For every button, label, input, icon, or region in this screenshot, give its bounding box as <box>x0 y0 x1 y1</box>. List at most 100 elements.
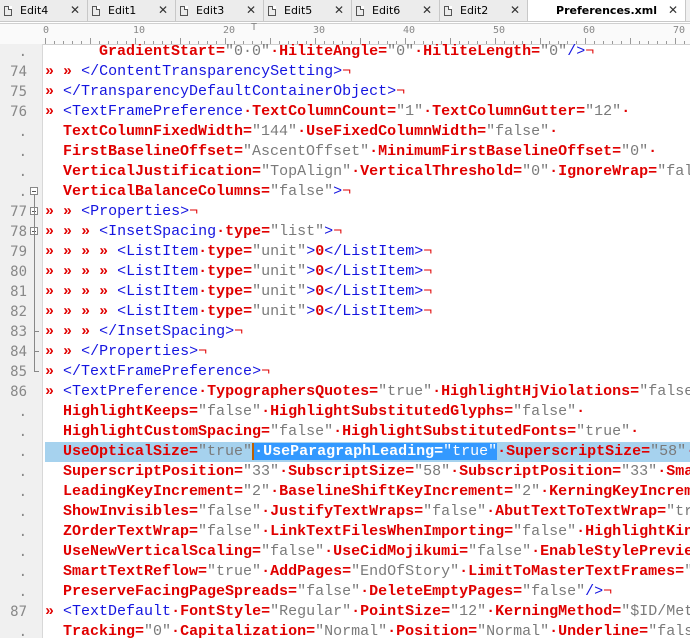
tab-marker: » <box>45 243 55 260</box>
line-number: 74 <box>10 64 27 80</box>
line-number: . <box>18 584 27 600</box>
tab-marker: » <box>63 303 73 320</box>
code-line[interactable]: 81» » » » <ListItem·type="unit">0</ListI… <box>0 282 690 302</box>
code-editor[interactable]: . GradientStart="0·0"·HiliteAngle="0"·Hi… <box>0 42 690 642</box>
attribute-value: "EndOfStory" <box>351 563 460 580</box>
attribute-value: "2" <box>243 483 271 500</box>
close-tab-icon[interactable]: ✕ <box>510 3 520 17</box>
xml-tag: </InsetSpacing <box>99 323 226 340</box>
attribute-value: "true" <box>207 563 262 580</box>
xml-tag: <TextPreference <box>63 383 199 400</box>
code-line[interactable]: 83 » » » </InsetSpacing>¬ <box>0 322 690 342</box>
code-line[interactable]: 75 » </TransparencyDefaultContainerObject… <box>0 82 690 102</box>
attribute-value: "tr <box>666 503 690 520</box>
attribute-name: ZOrderTextWrap= <box>63 523 199 540</box>
ruler-label: 20 <box>223 25 236 36</box>
close-tab-icon[interactable]: ✕ <box>246 3 256 17</box>
line-number: 83 <box>10 324 27 340</box>
tab-stop-marker[interactable]: T <box>251 22 257 33</box>
code-line[interactable]: 87 » <TextDefault·FontStyle="Regular"·Poi… <box>0 602 690 622</box>
code-line[interactable]: . VerticalJustification="TopAlign"·Verti… <box>0 162 690 182</box>
code-line[interactable]: . ShowInvisibles="false"·JustifyTextWrap… <box>0 502 690 522</box>
code-line[interactable]: . VerticalBalanceColumns="false">¬ <box>0 182 690 202</box>
tab-edit2[interactable]: Edit2 ✕ <box>440 0 528 21</box>
tab-preferences-xml[interactable]: Preferences.xml ✕ <box>528 0 686 21</box>
attribute-name: HighlightHjViolations= <box>441 383 640 400</box>
tab-edit6[interactable]: Edit6 ✕ <box>352 0 440 21</box>
code-line[interactable]: 79» » » » <ListItem·type="unit">0</ListI… <box>0 242 690 262</box>
line-number: . <box>18 444 27 460</box>
attribute-name: SuperscriptPosition= <box>63 463 244 480</box>
code-line[interactable]: 85 » </TextFramePreference>¬ <box>0 362 690 382</box>
tab-marker: » <box>45 83 55 100</box>
tab-marker: » <box>63 63 73 80</box>
line-text: » » » » <ListItem·type="unit">0</ListIte… <box>45 242 690 262</box>
code-line[interactable]: . Tracking="0"·Capitalization="Normal"·P… <box>0 622 690 642</box>
code-line[interactable]: 84 » » </Properties>¬ <box>0 342 690 362</box>
tab-marker: » <box>45 203 55 220</box>
line-text: ZOrderTextWrap="false"·LinkTextFilesWhen… <box>45 522 690 542</box>
code-line[interactable]: 76» <TextFramePreference·TextColumnCount… <box>0 102 690 122</box>
attribute-value: "false" <box>270 423 334 440</box>
ruler-label: 70 <box>673 25 686 36</box>
code-line[interactable]: 74 » » </ContentTransparencySetting>¬ <box>0 62 690 82</box>
code-line[interactable]: . ZOrderTextWrap="false"·LinkTextFilesWh… <box>0 522 690 542</box>
code-line[interactable]: 78 » » » <InsetSpacing·type="list">¬ <box>0 222 690 242</box>
code-line[interactable]: . HighlightKeeps="false"·HighlightSubsti… <box>0 402 690 422</box>
attribute-name: TypographersQuotes= <box>207 383 379 400</box>
document-icon <box>180 5 188 16</box>
line-number: 87 <box>10 604 27 620</box>
space-marker: · <box>450 463 460 480</box>
attribute-name: HiliteLength= <box>423 43 541 60</box>
line-text: » <TextDefault·FontStyle="Regular"·Point… <box>45 602 690 622</box>
xml-tag: > <box>414 243 424 260</box>
fold-collapse-icon[interactable] <box>30 187 38 195</box>
code-line[interactable]: . UseOpticalSize="true" ·UseParagraphLead… <box>0 442 690 462</box>
attribute-name: DeleteEmptyPages= <box>369 583 523 600</box>
attribute-value: "true" <box>576 423 631 440</box>
tab-edit1[interactable]: Edit1 ✕ <box>88 0 176 21</box>
code-line[interactable]: . GradientStart="0·0"·HiliteAngle="0"·Hi… <box>0 42 690 62</box>
code-line[interactable]: 82» » » » <ListItem·type="unit">0</ListI… <box>0 302 690 322</box>
attribute-value: "false" <box>198 523 262 540</box>
line-text: HighlightKeeps="false"·HighlightSubstitu… <box>45 402 690 422</box>
line-text: SmartTextReflow="true"·AddPages="EndOfSt… <box>45 562 690 582</box>
code-line[interactable]: . TextColumnFixedWidth="144"·UseFixedCol… <box>0 122 690 142</box>
xml-tag: /> <box>567 43 586 60</box>
attribute-value: "2" <box>513 483 541 500</box>
code-line[interactable]: . HighlightCustomSpacing="false"·Highlig… <box>0 422 690 442</box>
line-number: 84 <box>10 344 27 360</box>
code-line[interactable]: . UseNewVerticalScaling="false"·UseCidMo… <box>0 542 690 562</box>
tab-edit5[interactable]: Edit5 ✕ <box>264 0 352 21</box>
attribute-value: "TopAlign" <box>261 163 352 180</box>
fold-guide-line <box>34 195 35 372</box>
code-line[interactable]: 80» » » » <ListItem·type="unit">0</ListI… <box>0 262 690 282</box>
close-tab-icon[interactable]: ✕ <box>668 3 678 17</box>
code-line[interactable]: 77 » » <Properties>¬ <box>0 202 690 222</box>
eol-marker: ¬ <box>423 283 433 300</box>
space-marker: · <box>576 403 586 420</box>
code-line[interactable]: . PreserveFacingPageSpreads="false"·Dele… <box>0 582 690 602</box>
space-marker: · <box>459 563 469 580</box>
close-tab-icon[interactable]: ✕ <box>158 3 168 17</box>
attribute-value: "false" <box>513 523 577 540</box>
selected-text[interactable]: ·UseParagraphLeading="true" <box>252 443 498 460</box>
code-line[interactable]: 86» <TextPreference·TypographersQuotes="… <box>0 382 690 402</box>
tab-marker: » <box>81 223 91 240</box>
element-text: 0 <box>315 283 325 300</box>
line-number: 85 <box>10 364 27 380</box>
code-line[interactable]: . LeadingKeyIncrement="2"·BaselineShiftK… <box>0 482 690 502</box>
code-line[interactable]: . SuperscriptPosition="33"·SubscriptSize… <box>0 462 690 482</box>
close-tab-icon[interactable]: ✕ <box>334 3 344 17</box>
tab-edit4[interactable]: Edit4 ✕ <box>0 0 88 21</box>
close-tab-icon[interactable]: ✕ <box>422 3 432 17</box>
tab-marker: » <box>45 223 55 240</box>
code-line[interactable]: . SmartTextReflow="true"·AddPages="EndOf… <box>0 562 690 582</box>
line-number: . <box>18 524 27 540</box>
code-line[interactable]: . FirstBaselineOffset="AscentOffset"·Min… <box>0 142 690 162</box>
line-number: . <box>18 464 27 480</box>
space-marker: · <box>261 403 271 420</box>
close-tab-icon[interactable]: ✕ <box>70 3 80 17</box>
eol-marker: ¬ <box>423 243 433 260</box>
tab-edit3[interactable]: Edit3 ✕ <box>176 0 264 21</box>
